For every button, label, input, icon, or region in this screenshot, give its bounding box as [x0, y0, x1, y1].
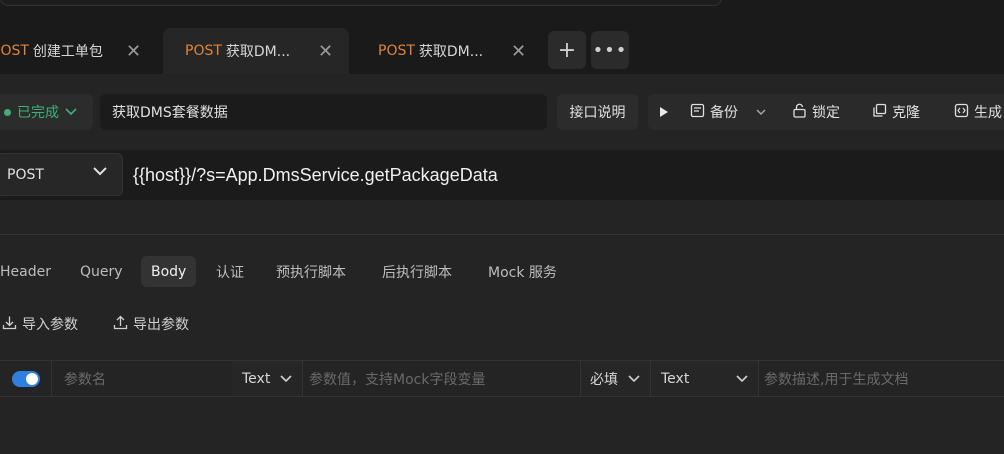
- tab-method: POST: [0, 43, 29, 59]
- more-icon: •••: [592, 39, 628, 61]
- import-label: 导入参数: [22, 317, 78, 333]
- search-bar-edge[interactable]: [0, 0, 722, 6]
- export-params-button[interactable]: 导出参数: [113, 314, 189, 334]
- param-required-label: 必填: [590, 371, 618, 388]
- status-dot-icon: [4, 108, 11, 116]
- clone-label: 克隆: [892, 105, 920, 121]
- generate-label: 生成: [974, 105, 1002, 121]
- divider: [0, 234, 1004, 235]
- clone-button[interactable]: 克隆: [872, 102, 920, 122]
- import-params-button[interactable]: 导入参数: [2, 314, 78, 334]
- param-enable-toggle[interactable]: [11, 370, 40, 387]
- more-tabs-button[interactable]: •••: [591, 31, 629, 69]
- lock-label: 锁定: [812, 105, 840, 121]
- method-select[interactable]: POST: [0, 153, 123, 196]
- tab-method: POST: [378, 43, 415, 59]
- tab-post-script[interactable]: 后执行脚本: [382, 256, 452, 287]
- tab-bar: POST 创建工单包 ✕ POST 获取DM... ✕ POST 获取DM...…: [0, 0, 1004, 74]
- lock-icon: [792, 103, 807, 122]
- run-button[interactable]: [658, 106, 670, 118]
- url-bar: POST {{host}}/?s=App.DmsService.getPacka…: [0, 150, 1004, 200]
- tab-mock-service[interactable]: Mock 服务: [488, 256, 557, 287]
- export-label: 导出参数: [133, 317, 189, 333]
- param-enable-cell: [0, 361, 52, 396]
- tab-label: 获取DM...: [418, 44, 484, 60]
- param-required-select[interactable]: 必填: [581, 361, 651, 396]
- chevron-down-icon: [628, 371, 640, 387]
- param-content-type-label: Text: [661, 370, 690, 387]
- backup-chevron-down-icon[interactable]: [756, 109, 766, 115]
- tab-get-dms-active[interactable]: POST 获取DM... ✕: [163, 28, 349, 74]
- backup-label: 备份: [710, 105, 738, 121]
- param-desc-input[interactable]: 参数描述,用于生成文档: [759, 361, 1004, 396]
- param-value-input[interactable]: 参数值，支持Mock字段变量: [303, 361, 581, 396]
- status-label: 已完成: [17, 105, 59, 121]
- api-title-input[interactable]: 获取DMS套餐数据: [100, 94, 547, 130]
- chevron-down-icon: [736, 371, 748, 387]
- request-editor: 已完成 获取DMS套餐数据 接口说明 备份 锁定 克隆 生成 POST {{ho…: [0, 74, 1004, 454]
- generate-code-button[interactable]: 生成: [954, 102, 1002, 122]
- plus-icon: +: [557, 37, 577, 63]
- export-icon: [113, 315, 128, 334]
- tab-label: 创建工单包: [32, 44, 103, 60]
- lock-button[interactable]: 锁定: [792, 102, 840, 122]
- backup-button[interactable]: 备份: [690, 102, 738, 122]
- param-type-select[interactable]: Text: [232, 361, 303, 396]
- tab-get-dms[interactable]: POST 获取DM... ✕: [356, 28, 542, 74]
- url-input[interactable]: {{host}}/?s=App.DmsService.getPackageDat…: [133, 150, 498, 200]
- close-icon[interactable]: ✕: [318, 41, 333, 62]
- code-icon: [954, 103, 969, 122]
- close-icon[interactable]: ✕: [511, 41, 526, 62]
- close-icon[interactable]: ✕: [126, 41, 141, 62]
- tab-auth[interactable]: 认证: [216, 256, 244, 287]
- tab-method: POST: [185, 43, 222, 59]
- param-type-label: Text: [242, 370, 271, 387]
- param-row: 参数名 Text 参数值，支持Mock字段变量 必填 Text 参数描述,用于生…: [0, 360, 1004, 397]
- chevron-down-icon: [280, 371, 292, 387]
- add-tab-button[interactable]: +: [548, 31, 586, 69]
- action-toolbar: 备份 锁定 克隆 生成: [648, 94, 1004, 130]
- tab-header[interactable]: Header: [0, 256, 51, 287]
- chevron-down-icon: [92, 164, 108, 180]
- tab-query[interactable]: Query: [80, 256, 123, 287]
- play-icon: [660, 107, 668, 117]
- tab-label: 获取DM...: [225, 44, 291, 60]
- clone-icon: [872, 103, 887, 122]
- status-dropdown[interactable]: 已完成: [0, 94, 93, 130]
- method-label: POST: [7, 166, 44, 183]
- tab-pre-script[interactable]: 预执行脚本: [276, 256, 346, 287]
- param-name-input[interactable]: 参数名: [52, 361, 232, 396]
- import-icon: [2, 315, 17, 334]
- chevron-down-icon: [65, 104, 77, 120]
- tab-create-package[interactable]: POST 创建工单包 ✕: [0, 28, 152, 74]
- backup-icon: [690, 103, 705, 122]
- tab-body[interactable]: Body: [141, 256, 197, 287]
- param-content-type-select[interactable]: Text: [651, 361, 759, 396]
- api-doc-button[interactable]: 接口说明: [557, 94, 638, 130]
